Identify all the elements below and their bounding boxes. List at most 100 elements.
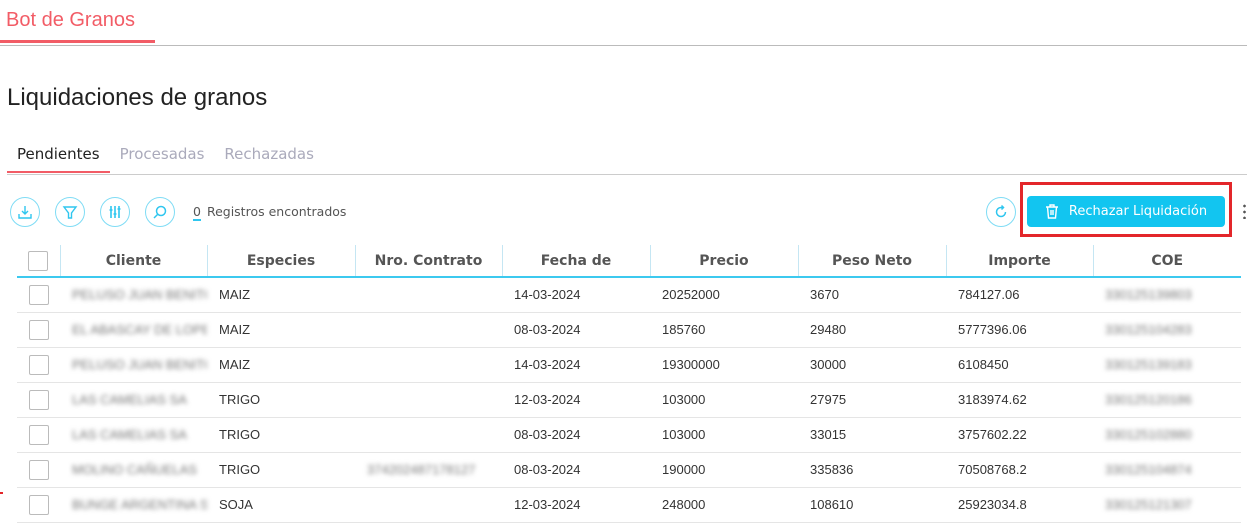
cell-cliente: EL ABASCAY DE LOPEZ — [60, 312, 207, 348]
cell-coe-value: 330125120186 — [1105, 392, 1192, 407]
cell-peso-neto-value: 3670 — [810, 287, 839, 303]
cell-fecha: 08-03-2024 — [502, 417, 650, 453]
cell-coe-value: 330125102880 — [1105, 427, 1192, 442]
column-header-precio[interactable]: Precio — [650, 245, 799, 278]
row-select-cell — [17, 312, 60, 348]
row-checkbox[interactable] — [28, 424, 49, 445]
cell-cliente-value: EL ABASCAY DE LOPEZ — [72, 322, 207, 337]
tab-pendientes[interactable]: Pendientes — [7, 145, 110, 173]
page-title: Liquidaciones de granos — [7, 84, 268, 111]
column-header-nro-contrato[interactable]: Nro. Contrato — [355, 245, 503, 278]
cell-coe-value: 330125104283 — [1105, 322, 1192, 337]
table-row[interactable]: EL ABASCAY DE LOPEZ MAIZ 08-03-2024 185760 2… — [17, 312, 1241, 348]
download-icon — [18, 206, 32, 219]
cell-peso-neto: 27975 — [798, 382, 946, 418]
cell-precio: 103000 — [650, 382, 798, 418]
table-row[interactable]: MOLINO CAÑUELAS TRIGO 374202487178127 08-03… — [17, 452, 1241, 488]
cell-peso-neto: 335836 — [798, 452, 946, 488]
table-row[interactable]: LAS CAMELIAS SA TRIGO 12-03-2024 103000 2797… — [17, 382, 1241, 418]
column-header-fecha[interactable]: Fecha de — [502, 245, 651, 278]
tab-procesadas[interactable]: Procesadas — [110, 145, 215, 173]
cell-fecha-value: 12-03-2024 — [514, 392, 581, 407]
cell-cliente: PELUSO JUAN BENITO — [60, 277, 207, 313]
row-checkbox[interactable] — [28, 319, 49, 340]
cell-peso-neto-value: 108610 — [810, 497, 854, 512]
select-all-checkbox[interactable] — [28, 250, 49, 271]
row-checkbox[interactable] — [28, 284, 49, 305]
cell-importe-value: 70508768.2 — [958, 462, 1027, 477]
cell-especies: TRIGO — [207, 417, 355, 453]
table-row[interactable]: BUNGE ARGENTINA S SOJA 12-03-2024 248000 108… — [17, 487, 1241, 523]
cell-peso-neto-value: 29480 — [810, 322, 847, 337]
cell-fecha-value: 08-03-2024 — [514, 322, 581, 337]
cell-importe-value: 5777396.06 — [958, 322, 1027, 337]
cell-fecha: 12-03-2024 — [502, 382, 650, 418]
cell-importe: 3183974.62 — [946, 382, 1093, 418]
cell-peso-neto: 33015 — [798, 417, 946, 453]
cell-importe-value: 3183974.62 — [958, 392, 1027, 407]
more-options-icon[interactable] — [1243, 203, 1246, 219]
cell-precio-value: 19300000 — [662, 357, 720, 372]
column-header-cliente[interactable]: Cliente — [60, 245, 208, 278]
table-row[interactable]: PELUSO JUAN BENITO MAIZ 14-03-2024 19300000… — [17, 347, 1241, 383]
column-header-peso-neto[interactable]: Peso Neto — [798, 245, 947, 278]
cell-especies-value: TRIGO — [219, 427, 261, 442]
cell-coe-value: 330125139183 — [1105, 357, 1192, 372]
search-button[interactable] — [145, 197, 175, 227]
cell-fecha: 12-03-2024 — [502, 487, 650, 523]
cell-cliente: LAS CAMELIAS SA — [60, 417, 207, 453]
cell-peso-neto: 30000 — [798, 347, 946, 383]
app-title[interactable]: Bot de Granos — [6, 9, 135, 32]
cell-precio: 190000 — [650, 452, 798, 488]
columns-button[interactable] — [100, 197, 130, 227]
tab-rechazadas[interactable]: Rechazadas — [214, 145, 324, 173]
cell-nro-contrato — [355, 347, 502, 383]
cell-precio: 185760 — [650, 312, 798, 348]
column-header-importe[interactable]: Importe — [946, 245, 1094, 278]
cell-cliente-value: PELUSO JUAN BENITO — [72, 357, 207, 372]
cell-especies: SOJA — [207, 487, 355, 523]
filter-button[interactable] — [55, 197, 85, 227]
cell-fecha-value: 12-03-2024 — [514, 497, 581, 512]
cell-precio-value: 190000 — [662, 462, 706, 477]
cell-precio-value: 103000 — [662, 392, 706, 407]
cell-peso-neto: 3670 — [798, 277, 946, 313]
column-header-especies[interactable]: Especies — [207, 245, 356, 278]
cell-especies-value: MAIZ — [219, 357, 251, 372]
cell-cliente-value: PELUSO JUAN BENITO — [72, 287, 207, 303]
cell-peso-neto-value: 27975 — [810, 392, 847, 407]
table-row[interactable]: LAS CAMELIAS SA TRIGO 08-03-2024 103000 3301… — [17, 417, 1241, 453]
tabs: Pendientes Procesadas Rechazadas — [7, 145, 324, 173]
cell-coe-value: 330125121307 — [1105, 497, 1192, 512]
reject-settlement-button[interactable]: Rechazar Liquidación — [1027, 196, 1225, 227]
row-checkbox[interactable] — [28, 389, 49, 410]
column-header-coe[interactable]: COE — [1093, 245, 1241, 278]
cell-fecha: 08-03-2024 — [502, 312, 650, 348]
row-checkbox[interactable] — [28, 494, 49, 515]
cell-importe: 6108450 — [946, 347, 1093, 383]
cell-importe: 3757602.22 — [946, 417, 1093, 453]
cell-especies: TRIGO — [207, 382, 355, 418]
highlight-mark — [0, 492, 3, 494]
divider — [7, 174, 1247, 175]
table-row[interactable]: PELUSO JUAN BENITO MAIZ 14-03-2024 20252000… — [17, 277, 1241, 313]
cell-cliente-value: MOLINO CAÑUELAS — [72, 462, 197, 477]
cell-coe: 330125121307 — [1093, 487, 1241, 523]
refresh-icon — [995, 204, 1007, 218]
download-button[interactable] — [10, 197, 40, 227]
cell-especies: MAIZ — [207, 277, 355, 313]
records-count-label: Registros encontrados — [206, 204, 347, 219]
table-header-row: Cliente Especies Nro. Contrato Fecha de … — [17, 245, 1241, 278]
refresh-button[interactable] — [986, 197, 1016, 227]
settlements-table: Cliente Especies Nro. Contrato Fecha de … — [17, 245, 1241, 523]
row-select-cell — [17, 382, 60, 418]
cell-fecha: 14-03-2024 — [502, 347, 650, 383]
records-count-value[interactable]: 0 — [193, 205, 201, 221]
row-select-cell — [17, 347, 60, 383]
cell-fecha: 08-03-2024 — [502, 452, 650, 488]
row-checkbox[interactable] — [28, 459, 49, 480]
cell-nro-contrato — [355, 417, 502, 453]
row-checkbox[interactable] — [28, 354, 49, 375]
cell-fecha-value: 08-03-2024 — [514, 462, 581, 477]
cell-importe: 784127.06 — [946, 277, 1093, 313]
